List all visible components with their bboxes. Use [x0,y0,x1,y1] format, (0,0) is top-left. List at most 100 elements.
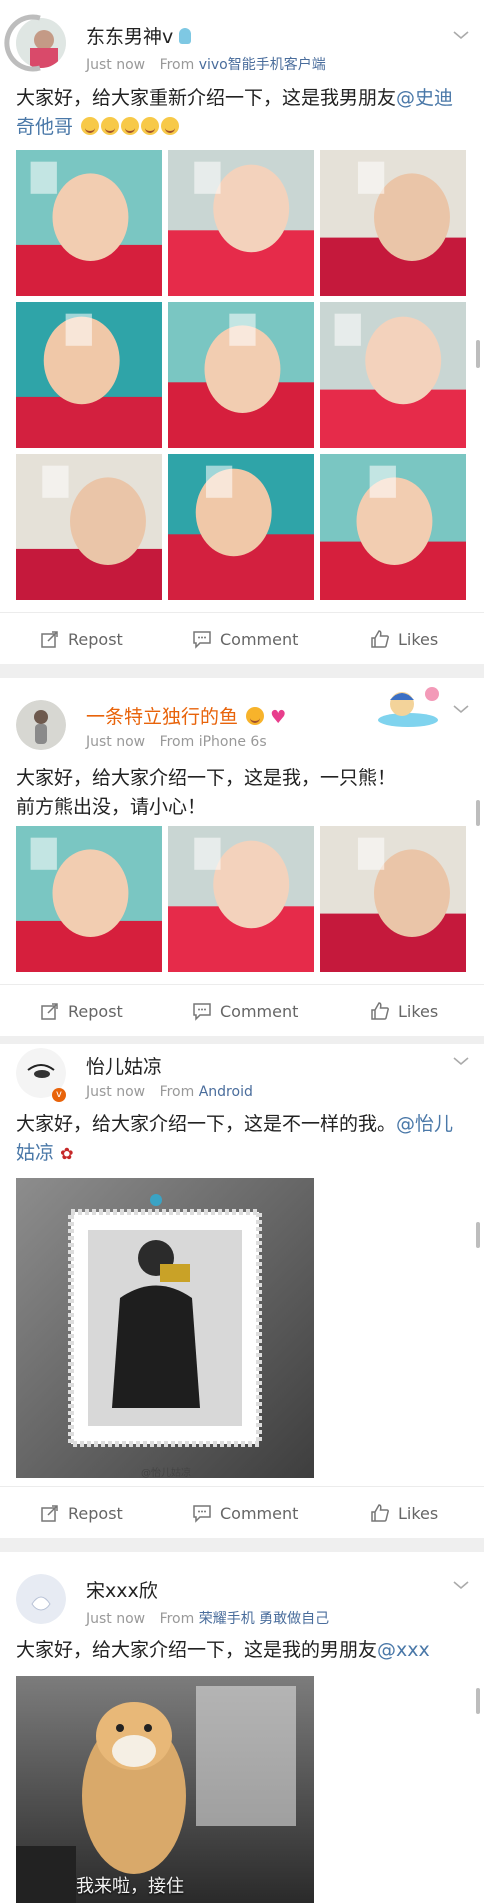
action-bar: Repost Comment Likes [0,1486,484,1539]
likes-label: Likes [398,1001,439,1021]
post-3: v 怡儿姑凉 Just now From Android 大家好，给大家介绍一下… [0,1044,484,1538]
post-text: 大家好，给大家介绍一下，这是不一样的我。@怡儿姑凉 ✿ [16,1113,454,1164]
post-meta: Just now From 荣耀手机 勇敢做自己 [86,1608,329,1628]
post-text-line: 大家好，给大家介绍一下，这是我，一只熊！ [16,767,397,789]
comment-icon [193,631,211,649]
like-button[interactable]: Likes [370,613,438,665]
grid-photo[interactable] [320,826,466,972]
emoji-icon [141,117,160,135]
post-source[interactable]: 荣耀手机 勇敢做自己 [199,1611,329,1627]
grid-photo[interactable] [320,150,466,296]
avatar[interactable] [16,1574,66,1624]
repost-button[interactable]: Repost [40,1487,123,1539]
likes-label: Likes [398,1503,439,1523]
grid-photo[interactable] [16,150,162,296]
repost-icon [41,1505,58,1522]
post-image[interactable]: 我来啦，接住 [16,1676,314,1903]
scrollbar[interactable] [476,800,480,826]
from-label: From [159,1084,195,1100]
username[interactable]: 一条特立独行的鱼 ♥ [86,702,286,729]
post-text: 大家好，给大家介绍一下，这是我的男朋友@xxx [16,1639,430,1661]
emoji-icon [161,117,180,135]
like-button[interactable]: Likes [370,1487,438,1539]
grid-photo[interactable] [16,302,162,448]
chevron-down-icon[interactable] [452,700,470,718]
scrollbar[interactable] [476,340,480,368]
post-time: Just now [86,1084,146,1100]
comment-label: Comment [220,1503,299,1523]
repost-label: Repost [68,1503,123,1523]
grid-photo[interactable] [16,826,162,972]
post-separator [0,1036,484,1044]
avatar-ring-icon [4,14,41,72]
heart-icon: ♥ [270,707,287,728]
chevron-down-icon[interactable] [452,26,470,44]
post-separator [0,1538,484,1552]
from-label: From [159,734,195,750]
post-separator [0,664,484,678]
post-1: 东东男神v Just now From vivo智能手机客户端 大家好，给大家重… [0,0,484,664]
repost-button[interactable]: Repost [40,985,123,1037]
grid-photo[interactable] [320,454,466,600]
image-caption: 我来啦，接住 [76,1876,184,1897]
from-label: From [159,1611,195,1627]
mention-link[interactable]: @xxx [377,1639,430,1661]
post-text-line: 前方熊出没，请小心！ [16,796,207,818]
action-bar: Repost Comment Likes [0,612,484,665]
action-bar: Repost Comment Likes [0,984,484,1037]
like-icon [371,1002,389,1020]
badge-sticker-icon [378,687,439,727]
comment-label: Comment [220,629,299,649]
comment-button[interactable]: Comment [192,1487,298,1539]
like-button[interactable]: Likes [370,985,438,1037]
grid-photo[interactable] [168,826,314,972]
grid-photo[interactable] [168,150,314,296]
comment-button[interactable]: Comment [192,613,298,665]
repost-label: Repost [68,1001,123,1021]
repost-button[interactable]: Repost [40,613,123,665]
from-label: From [159,57,195,73]
comment-label: Comment [220,1001,299,1021]
post-meta: Just now From Android [86,1084,253,1100]
grid-photo[interactable] [168,302,314,448]
grid-photo[interactable] [320,302,466,448]
scrollbar[interactable] [476,1688,480,1714]
grid-photo[interactable] [16,454,162,600]
username[interactable]: 东东男神v [86,22,192,49]
comment-icon [193,1505,211,1523]
post-2: 一条特立独行的鱼 ♥ Just now From iPhone 6s 大家好，给… [0,678,484,1036]
post-source[interactable]: iPhone 6s [199,734,267,750]
emoji-icon [246,707,265,725]
post-time: Just now [86,57,146,73]
rose-icon: ✿ [60,1144,74,1163]
post-source[interactable]: Android [199,1084,253,1100]
image-watermark: @怡儿姑凉 [141,1468,191,1478]
avatar[interactable] [16,700,66,750]
post-time: Just now [86,734,146,750]
post-meta: Just now From iPhone 6s [86,734,267,750]
post-time: Just now [86,1611,146,1627]
comment-button[interactable]: Comment [192,985,298,1037]
emoji-icon [121,117,140,135]
repost-icon [41,1003,58,1020]
repost-label: Repost [68,629,123,649]
emoji-icon [81,117,100,135]
verified-badge-icon: v [52,1088,66,1102]
likes-label: Likes [398,629,439,649]
like-icon [371,630,389,648]
username[interactable]: 宋xxx欣 [86,1576,158,1603]
grid-photo[interactable] [168,454,314,600]
repost-icon [41,631,58,648]
username[interactable]: 怡儿姑凉 [86,1052,162,1079]
post-text: 大家好，给大家重新介绍一下，这是我男朋友@史迪奇他哥 [16,87,454,138]
comment-icon [193,1003,211,1021]
like-icon [371,1504,389,1522]
chevron-down-icon[interactable] [452,1052,470,1070]
chevron-down-icon[interactable] [452,1576,470,1594]
bulb-icon [179,28,192,44]
post-image[interactable]: @怡儿姑凉 [16,1178,314,1478]
scrollbar[interactable] [476,1222,480,1248]
post-4: 宋xxx欣 Just now From 荣耀手机 勇敢做自己 大家好，给大家介绍… [0,1552,484,1903]
emoji-icon [101,117,120,135]
post-source[interactable]: vivo智能手机客户端 [199,57,326,73]
